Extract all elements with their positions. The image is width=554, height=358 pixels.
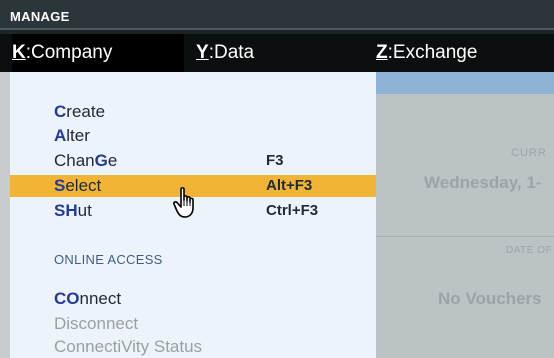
create-label: reate	[66, 102, 106, 121]
title-divider	[0, 28, 554, 30]
menu-exchange-label: Exchange	[392, 42, 478, 63]
date-of-label: DATE OF	[506, 245, 553, 256]
menu-company-hotkey: K	[12, 42, 26, 63]
menu-item-disconnect: Disconnect	[54, 313, 376, 335]
menu-item-alter[interactable]: Alter	[54, 125, 376, 147]
change-hotkey: G	[94, 151, 108, 170]
connectivity-status-label: ConnectiVity Status	[54, 337, 203, 356]
current-period-label: CURR	[511, 147, 547, 159]
change-label-prefix: Chan	[54, 151, 95, 170]
select-label: elect	[65, 176, 102, 195]
pane-divider	[376, 236, 554, 237]
create-hotkey: C	[54, 102, 67, 121]
hand-pointer-icon	[173, 187, 194, 218]
window-title: MANAGE	[10, 9, 70, 24]
menu-exchange-hotkey: Z	[376, 42, 388, 63]
alter-label: lter	[66, 126, 90, 145]
change-label-suffix: e	[107, 151, 118, 170]
connect-label: nnect	[79, 289, 122, 308]
menu-data[interactable]: Y:Data	[196, 34, 254, 72]
change-shortcut: F3	[266, 152, 284, 169]
menu-company[interactable]: K:Company	[12, 34, 184, 72]
disconnect-label: Disconnect	[54, 314, 139, 333]
shut-hotkey: SH	[54, 201, 78, 220]
menu-data-label: Data	[213, 42, 255, 63]
no-vouchers-text: No Vouchers	[438, 289, 542, 308]
menu-item-connect[interactable]: COnnect	[54, 288, 376, 310]
shut-label: ut	[77, 201, 92, 220]
select-shortcut: Alt+F3	[266, 177, 313, 194]
shut-shortcut: Ctrl+F3	[266, 202, 319, 219]
select-hotkey: S	[54, 176, 66, 195]
left-edge-strip	[0, 72, 10, 358]
connect-hotkey: CO	[54, 289, 80, 308]
alter-hotkey: A	[54, 126, 67, 145]
menu-data-hotkey: Y	[196, 42, 209, 63]
menu-exchange[interactable]: Z:Exchange	[376, 34, 477, 72]
current-date: Wednesday, 1-	[424, 173, 542, 192]
background-pane: CURR Wednesday, 1- DATE OF No Vouchers	[376, 72, 554, 358]
menu-company-label: Company	[31, 42, 113, 63]
menu-bar: K:Company Y:Data Z:Exchange	[0, 34, 554, 72]
menu-item-connectivity-status: ConnectiVity Status	[54, 336, 376, 358]
menu-item-shut[interactable]: SHut Ctrl+F3	[54, 200, 376, 222]
menu-item-create[interactable]: Create	[54, 101, 376, 123]
pane-header-strip	[376, 72, 554, 94]
menu-item-change[interactable]: ChanGe F3	[54, 150, 376, 172]
title-bar: MANAGE	[0, 0, 554, 30]
online-access-heading: ONLINE ACCESS	[54, 252, 163, 267]
